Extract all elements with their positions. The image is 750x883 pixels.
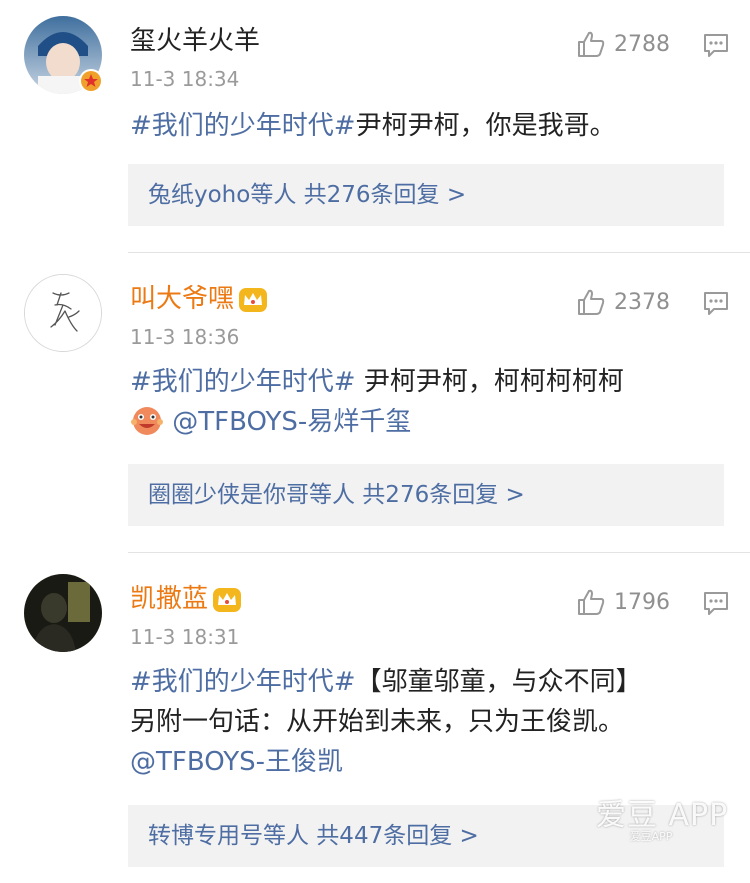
like-thumb-icon [578,289,605,315]
reply-comment-icon[interactable] [702,290,730,316]
comment-text: #我们的少年时代#尹柯尹柯，你是我哥。 [130,106,730,146]
comment-body-line2: 另附一句话：从开始到未来，只为王俊凯。 [130,707,625,737]
reply-comment-icon[interactable] [702,32,730,58]
like-button[interactable]: 2788 [576,30,670,58]
avatar[interactable] [24,274,102,352]
avatar-image [24,574,102,652]
comment-time: 11-3 18:34 [130,67,240,91]
avatar[interactable] [24,574,102,652]
username[interactable]: 凯撒蓝 [130,582,242,616]
username-text: 凯撒蓝 [130,584,209,614]
comment-body: 【邬童邬童，与众不同】 [355,667,642,697]
like-thumb-icon [578,31,605,57]
comment-item: 玺火羊火羊 11-3 18:34 2788 #我们的少年时代#尹柯尹柯，你是我哥… [0,0,750,250]
mention-link[interactable]: @TFBOYS-王俊凯 [130,747,343,777]
comment-body: 尹柯尹柯，你是我哥。 [355,111,616,141]
comment-item: 叫大爷嘿 11-3 18:36 2378 #我们的少年时代# 尹柯尹柯，柯柯柯柯… [0,252,750,552]
replies-summary[interactable]: 圈圈少侠是你哥等人 共276条回复 > [128,464,724,526]
username[interactable]: 玺火羊火羊 [130,24,260,58]
reply-comment-icon[interactable] [702,590,730,616]
like-button[interactable]: 1796 [576,588,670,616]
like-count: 2788 [614,31,670,57]
comment-time: 11-3 18:36 [130,325,240,349]
emoji-face-icon [131,407,163,435]
watermark-subtitle: 爱豆APP [629,830,673,843]
topic-link[interactable]: #我们的少年时代# [130,367,356,397]
comment-time: 11-3 18:31 [130,625,240,649]
like-button[interactable]: 2378 [576,288,670,316]
mention-link[interactable]: @TFBOYS-易烊千玺 [172,407,411,437]
vip-crown-icon [213,587,242,612]
comment-text: #我们的少年时代#【邬童邬童，与众不同】 另附一句话：从开始到未来，只为王俊凯。… [130,662,730,782]
topic-link[interactable]: #我们的少年时代# [130,667,356,697]
comment-text: #我们的少年时代# 尹柯尹柯，柯柯柯柯柯 @TFBOYS-易烊千玺 [130,362,730,442]
comment-body: 尹柯尹柯，柯柯柯柯柯 [355,367,624,397]
like-thumb-icon [578,589,605,615]
topic-link[interactable]: #我们的少年时代# [130,111,356,141]
like-count: 2378 [614,289,670,315]
like-count: 1796 [614,589,670,615]
verified-badge-icon [79,69,103,93]
username-text: 叫大爷嘿 [130,284,235,314]
vip-crown-icon [239,287,268,312]
replies-summary[interactable]: 兔纸yoho等人 共276条回复 > [128,164,724,226]
avatar-image [25,275,101,351]
username[interactable]: 叫大爷嘿 [130,282,268,316]
